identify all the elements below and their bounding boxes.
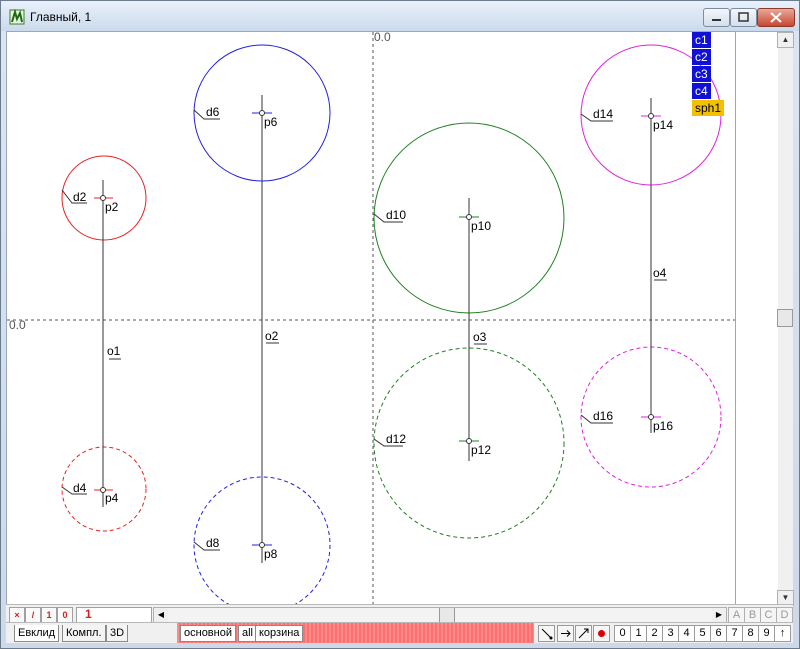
tab-euclid[interactable]: Евклид xyxy=(14,625,60,642)
vertical-scroll-thumb[interactable] xyxy=(777,309,793,327)
mini-button-x[interactable]: × xyxy=(9,607,25,623)
tab-complex[interactable]: Компл. xyxy=(62,625,106,642)
page-tab-main[interactable]: основной xyxy=(180,625,236,642)
label-p16: p16 xyxy=(653,419,673,433)
page-tab-trash[interactable]: корзина xyxy=(255,625,304,642)
label-p2: p2 xyxy=(105,200,119,214)
label-o3: o3 xyxy=(473,330,487,344)
tab-bar: Евклид Компл. 3D основной all корзина 0 … xyxy=(6,622,793,643)
arrow-right-icon xyxy=(561,630,571,637)
maximize-button[interactable] xyxy=(730,8,757,27)
legend-item-c3[interactable]: c3 xyxy=(692,66,711,82)
geometry-drawing[interactable]: 0.0 0.0 p2 p4 d2 d4 o1 p6 p8 d6 d8 o2 p1… xyxy=(7,32,736,605)
app-icon xyxy=(9,9,25,25)
label-o2: o2 xyxy=(265,329,279,343)
maximize-icon xyxy=(738,12,749,22)
label-p6: p6 xyxy=(264,115,278,129)
drawing-canvas[interactable]: 0.0 0.0 p2 p4 d2 d4 o1 p6 p8 d6 d8 o2 p1… xyxy=(6,31,737,606)
letter-button-d[interactable]: D xyxy=(776,607,793,623)
mini-button-0[interactable]: 0 xyxy=(57,607,73,623)
label-d6: d6 xyxy=(206,105,220,119)
num-button-5[interactable]: 5 xyxy=(694,625,711,642)
num-button-3[interactable]: 3 xyxy=(662,625,679,642)
label-p10: p10 xyxy=(471,219,491,233)
title-bar: Главный, 1 xyxy=(1,1,799,31)
layer-legend: c1 c2 c3 c4 sph1 xyxy=(692,32,732,117)
num-button-7[interactable]: 7 xyxy=(726,625,743,642)
legend-item-sph1[interactable]: sph1 xyxy=(692,100,725,116)
label-o1: o1 xyxy=(107,344,121,358)
legend-item-c4[interactable]: c4 xyxy=(692,83,711,99)
label-d10: d10 xyxy=(386,208,406,222)
mini-button-slash[interactable]: / xyxy=(25,607,41,623)
num-button-1[interactable]: 1 xyxy=(630,625,647,642)
num-button-9[interactable]: 9 xyxy=(758,625,775,642)
minimize-icon xyxy=(712,19,721,21)
vertical-scroll-area: ▲ ▼ xyxy=(735,31,794,606)
label-o4: o4 xyxy=(653,266,667,280)
close-icon xyxy=(770,12,782,23)
diagonal-arrow-icon xyxy=(578,628,589,639)
main-window: Главный, 1 0.0 0.0 p2 p4 d2 d4 o1 p6 p8 … xyxy=(0,0,800,649)
status-bar: × / 1 0 1 ◀ ▶ A B C D xyxy=(6,604,793,623)
num-button-4[interactable]: 4 xyxy=(678,625,695,642)
arrow-tool[interactable] xyxy=(557,625,574,642)
num-button-6[interactable]: 6 xyxy=(710,625,727,642)
axis-label-left: 0.0 xyxy=(9,318,26,332)
mini-button-1[interactable]: 1 xyxy=(41,607,57,623)
snap-tool[interactable] xyxy=(538,625,555,642)
label-p4: p4 xyxy=(105,491,119,505)
close-button[interactable] xyxy=(757,8,795,27)
scroll-up-arrow[interactable]: ▲ xyxy=(777,32,794,48)
snap-icon xyxy=(541,628,553,640)
window-title: Главный, 1 xyxy=(30,10,92,24)
tab-3d[interactable]: 3D xyxy=(106,625,129,642)
legend-item-c1[interactable]: c1 xyxy=(692,32,711,48)
horizontal-scrollbar[interactable]: ◀ ▶ xyxy=(153,607,727,623)
num-button-0[interactable]: 0 xyxy=(614,625,631,642)
num-button-2[interactable]: 2 xyxy=(646,625,663,642)
legend-item-c2[interactable]: c2 xyxy=(692,49,711,65)
num-button-up[interactable]: ↑ xyxy=(774,625,791,642)
page-number-field[interactable]: 1 xyxy=(76,607,152,623)
horizontal-scroll-thumb[interactable] xyxy=(439,608,455,622)
label-d4: d4 xyxy=(73,481,87,495)
minimize-button[interactable] xyxy=(703,8,730,27)
page-number: 1 xyxy=(85,607,92,621)
page-tab-strip: основной all корзина xyxy=(177,623,534,643)
label-d8: d8 xyxy=(206,536,220,550)
axis-label-top: 0.0 xyxy=(374,32,391,44)
letter-button-b[interactable]: B xyxy=(744,607,761,623)
letter-button-c[interactable]: C xyxy=(760,607,777,623)
record-tool[interactable] xyxy=(593,625,610,642)
scroll-left-arrow[interactable]: ◀ xyxy=(154,608,168,622)
label-p14: p14 xyxy=(653,118,673,132)
record-dot-icon xyxy=(598,630,605,637)
side-panel xyxy=(735,32,778,605)
scroll-right-arrow[interactable]: ▶ xyxy=(712,608,726,622)
num-button-8[interactable]: 8 xyxy=(742,625,759,642)
diagonal-tool[interactable] xyxy=(575,625,592,642)
label-d14: d14 xyxy=(593,107,613,121)
label-d2: d2 xyxy=(73,190,87,204)
label-p12: p12 xyxy=(471,443,491,457)
label-d16: d16 xyxy=(593,409,613,423)
letter-button-a[interactable]: A xyxy=(728,607,745,623)
label-p8: p8 xyxy=(264,547,278,561)
label-d12: d12 xyxy=(386,432,406,446)
